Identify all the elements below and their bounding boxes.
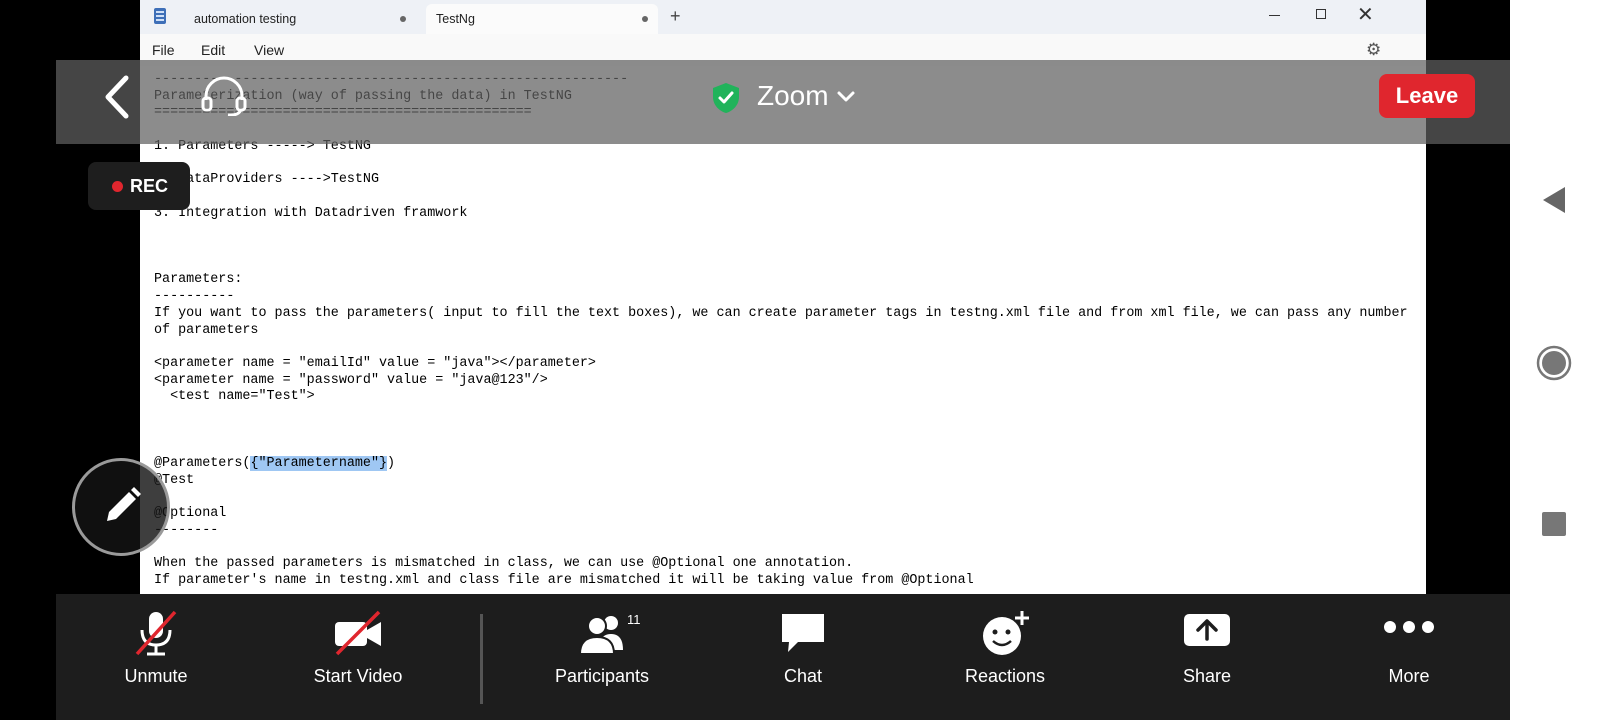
rec-dot-icon (112, 181, 123, 192)
chat-button[interactable]: Chat (728, 606, 878, 696)
mic-off-icon (135, 610, 177, 656)
nav-back-icon[interactable] (1541, 185, 1567, 215)
leave-button[interactable]: Leave (1379, 74, 1475, 118)
menu-file[interactable]: File (152, 42, 175, 58)
start-video-button[interactable]: Start Video (283, 606, 433, 696)
start-video-label: Start Video (313, 666, 403, 686)
chat-label: Chat (783, 666, 823, 686)
unmute-label: Unmute (124, 666, 188, 686)
new-tab-plus-icon[interactable]: + (670, 6, 681, 27)
document-lines-after: @Test @Optional -------- When the passed… (154, 472, 974, 589)
rec-label: REC (130, 176, 169, 196)
tab-close-dot-icon[interactable] (642, 16, 648, 22)
participants-button[interactable]: 11 Participants (527, 606, 677, 696)
share-icon (1184, 614, 1230, 646)
restore-icon[interactable] (1316, 9, 1326, 19)
left-black-strip (0, 0, 56, 720)
meeting-title: Zoom (757, 80, 829, 111)
share-button[interactable]: Share (1132, 606, 1282, 696)
notepad-tab-bar: automation testing TestNg + ✕ (140, 0, 1426, 34)
settings-gear-icon[interactable]: ⚙ (1366, 40, 1381, 60)
notepad-app-icon (154, 8, 166, 24)
audio-headset-icon[interactable] (200, 76, 248, 116)
reactions-icon (983, 611, 1029, 655)
android-navigation-bar (1510, 0, 1600, 720)
parameters-annotation-prefix: @Parameters( (154, 456, 251, 472)
recording-indicator: REC (88, 162, 190, 210)
pencil-icon (107, 487, 141, 521)
annotate-button[interactable] (72, 458, 170, 556)
menu-view[interactable]: View (254, 42, 284, 58)
tab-close-dot-icon[interactable] (400, 16, 406, 22)
reactions-button[interactable]: Reactions (930, 606, 1080, 696)
nav-home-icon[interactable] (1536, 345, 1572, 381)
more-label: More (1388, 666, 1430, 686)
more-button[interactable]: More (1334, 606, 1484, 696)
nav-recents-icon[interactable] (1541, 511, 1567, 537)
leave-label: Leave (1395, 83, 1459, 108)
more-icon (1384, 621, 1434, 633)
document-text[interactable]: ----------------------------------------… (154, 72, 1408, 590)
share-label: Share (1182, 666, 1232, 686)
minimize-icon[interactable] (1269, 15, 1280, 16)
menu-edit[interactable]: Edit (201, 42, 225, 58)
tab-label: automation testing (194, 12, 297, 26)
participants-count-badge: 11 (627, 612, 641, 627)
video-off-icon (335, 610, 381, 656)
reactions-label: Reactions (964, 666, 1046, 686)
tab-automation-testing[interactable]: automation testing (184, 4, 416, 34)
chevron-down-icon (837, 91, 855, 102)
chat-icon (782, 614, 824, 652)
selected-text[interactable]: {"Parametername"} (250, 456, 388, 472)
encryption-shield-icon (713, 83, 739, 113)
close-window-icon[interactable]: ✕ (1357, 2, 1374, 27)
tab-testng[interactable]: TestNg (426, 4, 658, 34)
unmute-button[interactable]: Unmute (81, 606, 231, 696)
tab-label: TestNg (436, 12, 475, 26)
parameters-annotation-suffix: ) (387, 456, 396, 472)
back-chevron-icon[interactable] (100, 74, 134, 120)
toolbar-divider (480, 614, 483, 704)
participants-label: Participants (554, 666, 650, 686)
participants-icon (578, 616, 623, 655)
